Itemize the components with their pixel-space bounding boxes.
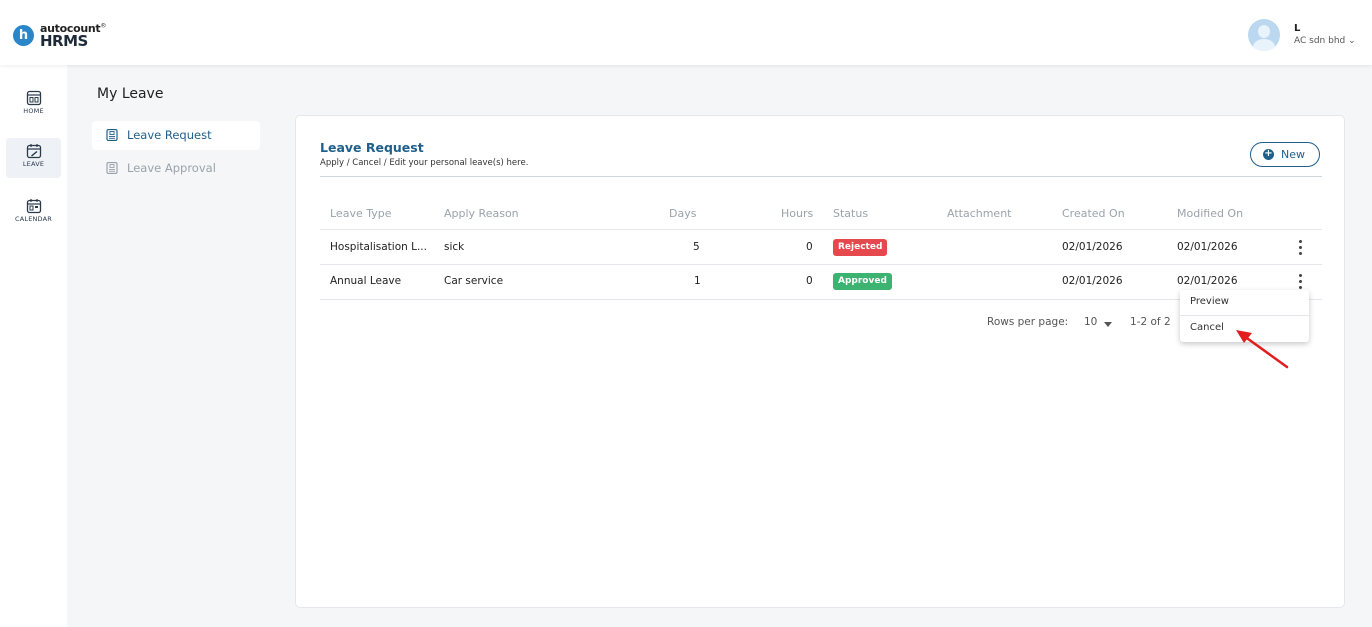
row-actions-kebab-icon[interactable] [1295, 273, 1307, 291]
column-header-attachment[interactable]: Attachment [947, 207, 1012, 220]
rail-item-home[interactable]: HOME [6, 85, 61, 125]
status-badge-rejected: Rejected [833, 239, 888, 256]
column-header-leave-type[interactable]: Leave Type [330, 207, 391, 220]
column-header-status[interactable]: Status [833, 207, 868, 220]
user-initial: L [1294, 23, 1301, 34]
chevron-down-icon[interactable] [1104, 322, 1112, 327]
cell-hours: 0 [806, 275, 813, 287]
logo-h-icon: h [13, 25, 34, 46]
row-actions-kebab-icon[interactable] [1295, 239, 1307, 257]
column-header-apply-reason[interactable]: Apply Reason [444, 207, 519, 220]
column-header-days[interactable]: Days [669, 207, 696, 220]
column-header-modified-on[interactable]: Modified On [1177, 207, 1243, 220]
new-leave-button[interactable]: + New [1250, 142, 1320, 167]
rail-label-home: HOME [23, 107, 44, 115]
avatar[interactable] [1248, 19, 1280, 51]
cell-days: 1 [694, 275, 701, 287]
subnav-item-leave-approval[interactable]: Leave Approval [92, 154, 260, 183]
row-divider [320, 229, 1322, 230]
subnav-label: Leave Approval [127, 161, 216, 175]
row-divider [320, 264, 1322, 265]
autocount-hrms-logo[interactable]: h autocount® HRMS [13, 22, 123, 52]
cell-modified-on: 02/01/2026 [1177, 241, 1238, 253]
calendar-icon [26, 199, 41, 214]
card-title: Leave Request [320, 140, 424, 155]
rail-item-calendar[interactable]: CALENDAR [6, 193, 61, 233]
document-icon [106, 129, 118, 141]
status-badge-approved: Approved [833, 273, 892, 290]
cell-apply-reason: sick [444, 241, 465, 253]
cell-modified-on: 02/01/2026 [1177, 275, 1238, 287]
icon-rail: HOME LEAVE CALENDAR [0, 65, 67, 627]
plus-circle-icon: + [1263, 148, 1274, 160]
divider [320, 176, 1322, 177]
leave-calendar-icon [26, 144, 41, 159]
cell-created-on: 02/01/2026 [1062, 241, 1123, 253]
card-subtitle: Apply / Cancel / Edit your personal leav… [320, 158, 529, 168]
column-header-created-on[interactable]: Created On [1062, 207, 1125, 220]
home-dashboard-icon [26, 90, 41, 106]
menu-item-preview[interactable]: Preview [1180, 290, 1309, 315]
logo-hrms-text: HRMS [40, 32, 88, 50]
new-button-label: New [1281, 148, 1305, 161]
rail-label-leave: LEAVE [22, 160, 45, 168]
cell-hours: 0 [806, 241, 813, 253]
cell-apply-reason: Car service [444, 275, 504, 287]
rail-item-leave[interactable]: LEAVE [6, 138, 61, 178]
cell-leave-type: Hospitalisation L... [330, 241, 427, 253]
user-menu[interactable]: L AC sdn bhd ⌄ [1248, 19, 1358, 53]
subnav-item-leave-request[interactable]: Leave Request [92, 121, 260, 150]
row-divider [320, 299, 1322, 300]
company-selector[interactable]: AC sdn bhd ⌄ [1294, 36, 1356, 46]
cell-leave-type: Annual Leave [330, 275, 402, 287]
page-title: My Leave [97, 86, 164, 102]
cell-created-on: 02/01/2026 [1062, 275, 1123, 287]
pagination-range: 1-2 of 2 [1130, 316, 1171, 328]
leave-request-card: Leave Request Apply / Cancel / Edit your… [295, 115, 1345, 608]
rows-per-page-label: Rows per page: [987, 316, 1069, 328]
annotation-arrow-icon [1236, 330, 1289, 369]
subnav-label: Leave Request [127, 128, 212, 142]
document-icon [106, 162, 118, 174]
cell-days: 5 [693, 241, 700, 253]
rows-per-page-select[interactable]: 10 [1084, 316, 1097, 328]
top-header: h autocount® HRMS L AC sdn bhd ⌄ [0, 0, 1372, 65]
column-header-hours[interactable]: Hours [781, 207, 813, 220]
rail-label-calendar: CALENDAR [14, 215, 53, 223]
